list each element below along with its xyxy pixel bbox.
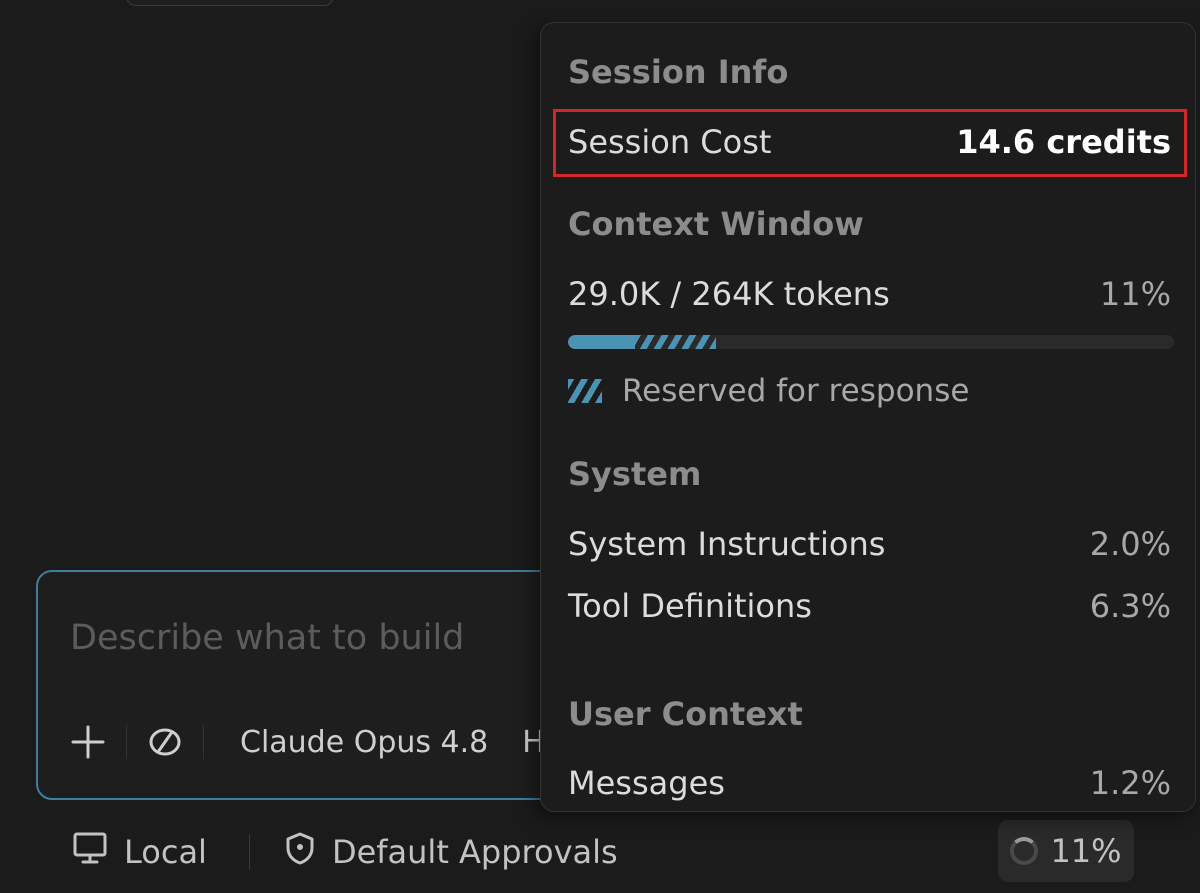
prompt-input[interactable]: Describe what to build [70,618,464,658]
tool-definitions-value: 6.3% [1089,587,1171,625]
approvals-selector[interactable]: Default Approvals [284,831,618,873]
system-instructions-value: 2.0% [1089,525,1171,563]
messages-value: 1.2% [1089,764,1171,802]
context-usage-button[interactable]: 11% [998,820,1134,882]
environment-selector[interactable]: Local [72,831,207,873]
striped-swatch-icon [568,379,602,403]
context-progress-bar [568,335,1174,349]
status-divider [248,834,250,870]
tool-definitions-label: Tool Definitions [568,587,812,625]
status-bar: Local Default Approvals [72,828,618,876]
context-window-title: Context Window [568,205,864,243]
shield-icon [284,831,316,873]
list-item: System Instructions 2.0% [568,525,1171,563]
reserved-legend-label: Reserved for response [622,373,970,409]
system-section-title: System [568,455,702,493]
toolbar-divider [126,725,127,759]
session-cost-value: 14.6 credits [956,123,1171,161]
list-item: Messages 1.2% [568,764,1171,802]
monitor-icon [72,831,108,873]
token-usage-label: 29.0K / 264K tokens [568,275,890,313]
user-context-section-title: User Context [568,695,803,733]
messages-label: Messages [568,764,725,802]
progress-ring-icon [1010,837,1039,865]
token-usage-percent: 11% [1099,275,1171,313]
session-cost-row: Session Cost 14.6 credits [568,123,1171,161]
toolbar-divider [203,725,204,759]
context-icon[interactable] [145,722,185,762]
plus-icon[interactable] [68,722,108,762]
context-used-fill [568,335,635,349]
reserved-legend: Reserved for response [568,373,969,409]
list-item: Tool Definitions 6.3% [568,587,1171,625]
system-instructions-label: System Instructions [568,525,886,563]
context-usage-percent: 11% [1050,832,1122,870]
context-reserved-fill [634,335,717,349]
environment-label: Local [124,833,207,871]
session-cost-label: Session Cost [568,123,772,161]
session-info-title: Session Info [568,53,789,91]
composer-toolbar: Claude Opus 4.8 H [68,722,545,762]
context-usage-row: 29.0K / 264K tokens 11% [568,275,1171,313]
session-info-popup: Session Info Session Cost 14.6 credits C… [540,22,1196,812]
model-selector[interactable]: Claude Opus 4.8 [240,725,488,760]
top-panel-remnant [126,0,334,6]
approvals-label: Default Approvals [331,833,618,871]
